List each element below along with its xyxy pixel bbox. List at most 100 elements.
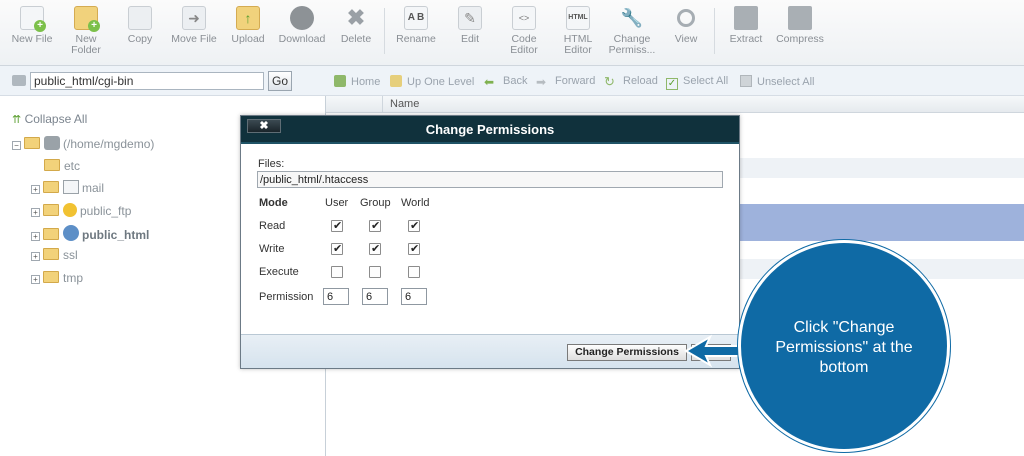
reload-button[interactable]: ↻ Reload [604,75,658,88]
read-world-checkbox[interactable] [408,219,420,232]
expand-icon[interactable]: + [31,208,40,217]
unselect-all-button[interactable]: Unselect All [740,75,814,88]
tree-root-label: (/home/mgdemo) [63,137,155,151]
view-button[interactable]: View [656,6,716,45]
tree-item-label: etc [64,159,81,173]
tree-item-tmp[interactable]: + tmp [31,271,83,289]
folder-icon [43,204,59,216]
write-label: Write [259,243,285,255]
up-folder-icon [390,75,402,87]
column-divider [382,96,383,113]
dialog-body: Files: Mode User Group World Read Write … [241,146,739,334]
home-button[interactable]: Home [334,75,380,88]
move-file-button[interactable]: ➜ Move File [164,6,224,45]
expand-icon[interactable]: + [31,275,40,284]
upload-label: Upload [231,33,265,45]
mode-label: Mode [259,197,288,209]
html-editor-button[interactable]: HTML HTML Editor [548,6,608,56]
copy-button[interactable]: Copy [110,6,170,45]
mail-icon [63,180,79,194]
compress-icon [788,6,812,30]
change-permissions-dialog: ✖ Change Permissions Files: Mode User Gr… [240,115,740,369]
callout-arrow-icon [684,334,744,368]
folder-icon [44,159,60,171]
download-button[interactable]: Download [272,6,332,45]
code-editor-label: Code Editor [510,33,538,56]
folder-path-icon [12,75,26,86]
new-folder-label: New Folder [71,33,101,56]
folder-icon [43,181,59,193]
collapse-all-button[interactable]: ⇈ Collapse All [12,112,87,126]
copy-icon [128,6,152,30]
new-file-icon: + [20,6,46,32]
edit-label: Edit [460,33,480,45]
copy-label: Copy [127,33,153,45]
move-file-icon: ➜ [182,6,206,30]
tree-item-label: public_ftp [80,204,132,218]
change-permissions-button[interactable]: Change Permissions [567,344,687,361]
forward-button[interactable]: ➡ Forward [536,75,595,88]
rename-button[interactable]: A B Rename [386,6,446,45]
group-column-label: Group [360,197,391,209]
reload-label: Reload [623,75,658,87]
world-column-label: World [401,197,430,209]
execute-user-checkbox[interactable] [331,266,343,278]
compress-label: Compress [776,33,824,45]
globe-icon [63,225,79,241]
back-label: Back [503,75,528,87]
tree-item-mail[interactable]: + mail [31,180,104,198]
tree-item-label: public_html [82,228,150,242]
navigation-bar: Home Up One Level ⬅ Back ➡ Forward ↻ Reload… [326,66,1024,96]
read-group-checkbox[interactable] [369,219,381,232]
permission-user-input[interactable] [323,288,349,305]
callout-text: Click "Change Permissions" at the bottom [775,319,913,376]
execute-group-checkbox[interactable] [369,266,381,278]
path-input[interactable] [30,72,264,90]
delete-label: Delete [340,33,372,45]
write-user-checkbox[interactable] [331,242,343,255]
files-label: Files: [258,158,285,170]
compress-button[interactable]: Compress [770,6,830,45]
collapse-icon[interactable]: − [12,141,21,150]
delete-button[interactable]: ✖ Delete [326,6,386,45]
tree-root[interactable]: − (/home/mgdemo) [12,136,154,154]
reload-icon: ↻ [604,74,615,89]
write-group-checkbox[interactable] [369,242,381,255]
new-folder-button[interactable]: + New Folder [56,6,116,56]
expand-icon[interactable]: + [31,252,40,261]
edit-button[interactable]: ✎ Edit [440,6,500,45]
ftp-warning-icon [63,203,77,217]
tree-item-etc[interactable]: etc [44,159,80,177]
read-user-checkbox[interactable] [331,219,343,232]
permission-group-input[interactable] [362,288,388,305]
select-all-button[interactable]: ✓ Select All [666,75,728,90]
write-world-checkbox[interactable] [408,242,420,255]
tree-item-public-ftp[interactable]: + public_ftp [31,203,131,221]
dialog-header: ✖ Change Permissions [241,116,739,144]
up-one-level-button[interactable]: Up One Level [390,75,474,88]
change-permissions-toolbar-button[interactable]: 🔧 Change Permiss... [602,6,662,56]
tree-item-ssl[interactable]: + ssl [31,248,78,266]
files-field[interactable] [257,171,723,188]
tree-item-public-html[interactable]: + public_html [31,225,149,243]
expand-icon[interactable]: + [31,232,40,241]
upload-icon: ↑ [236,6,260,30]
expand-icon[interactable]: + [31,185,40,194]
tree-item-label: ssl [63,248,78,262]
tree-item-label: mail [82,181,105,195]
new-file-button[interactable]: + New File [2,6,62,45]
code-editor-button[interactable]: <> Code Editor [494,6,554,56]
name-column-header[interactable]: Name [390,98,419,110]
dialog-title: Change Permissions [425,122,555,137]
collapse-all-icon: ⇈ [12,114,22,126]
permission-world-input[interactable] [401,288,427,305]
extract-button[interactable]: Extract [716,6,776,45]
view-label: View [674,33,698,45]
rename-icon: A B [404,6,428,30]
upload-button[interactable]: ↑ Upload [218,6,278,45]
back-button[interactable]: ⬅ Back [484,75,527,88]
change-permissions-label: Change Permiss... [608,33,656,56]
go-button[interactable]: Go [268,71,292,91]
execute-world-checkbox[interactable] [408,266,420,278]
extract-label: Extract [729,33,763,45]
